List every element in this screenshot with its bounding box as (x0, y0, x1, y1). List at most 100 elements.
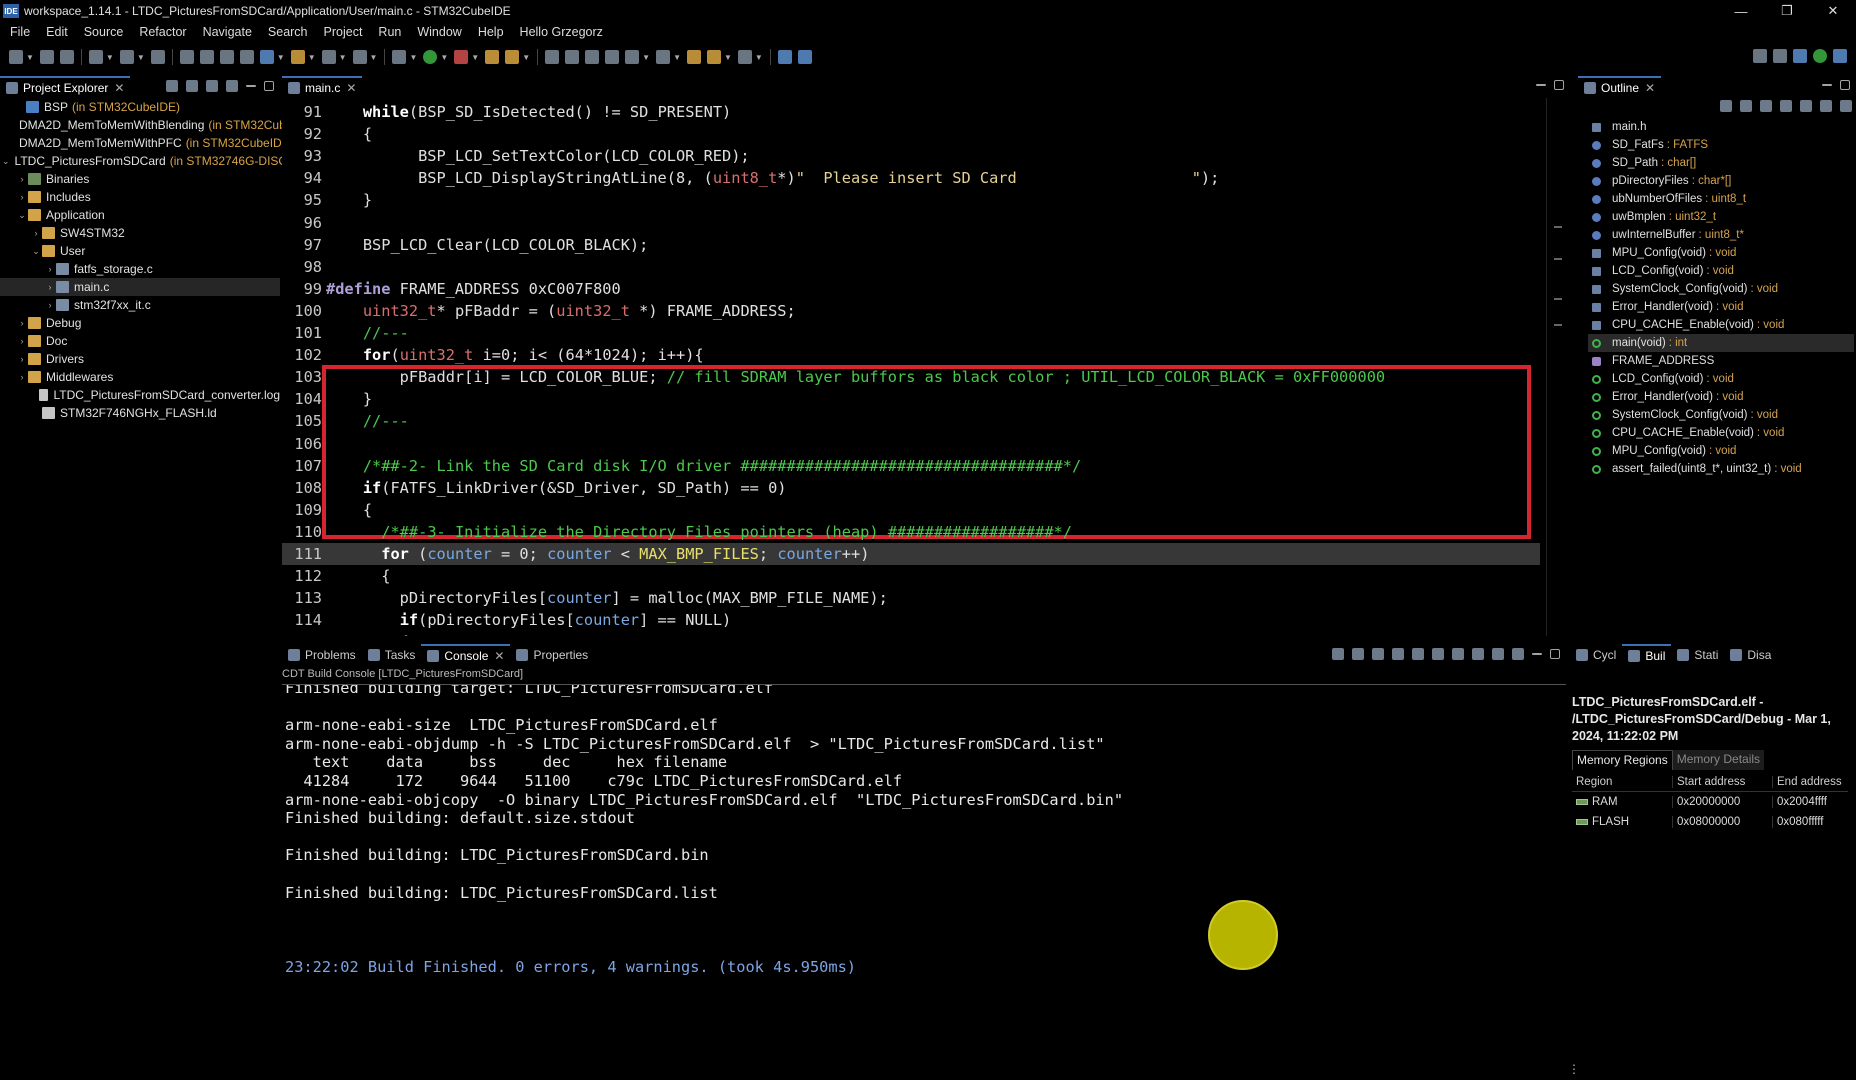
menu-edit[interactable]: Edit (38, 25, 76, 39)
outline-item[interactable]: uwBmplen: uint32_t (1588, 208, 1854, 226)
copy-build-log-icon[interactable] (1412, 648, 1424, 660)
collapse-all-icon[interactable] (166, 80, 178, 92)
expand-chevron-icon[interactable]: › (16, 192, 28, 202)
outline-item[interactable]: LCD_Config(void): void (1588, 370, 1854, 388)
minimize-button[interactable]: — (1718, 0, 1764, 22)
sort-icon[interactable] (1720, 100, 1732, 112)
minimize-view-icon[interactable] (1822, 84, 1832, 86)
dropdown-arrow-icon[interactable]: ▼ (106, 53, 114, 62)
minimize-view-icon[interactable] (246, 85, 256, 87)
last-edit-icon[interactable] (686, 50, 701, 64)
dropdown-arrow-icon[interactable]: ▼ (308, 53, 316, 62)
code-text[interactable]: { (326, 567, 390, 585)
close-icon[interactable]: ✕ (1645, 81, 1655, 95)
expand-chevron-icon[interactable]: › (16, 372, 28, 382)
outline-item[interactable]: Error_Handler(void): void (1588, 298, 1854, 316)
menu-help[interactable]: Help (470, 25, 512, 39)
column-header[interactable]: End address (1772, 775, 1848, 788)
hide-static-icon[interactable] (1760, 100, 1772, 112)
maximize-view-icon[interactable] (264, 81, 274, 91)
outline-item[interactable]: main(void): int (1588, 334, 1854, 352)
undo-icon[interactable] (179, 50, 194, 64)
outline-item[interactable]: CPU_CACHE_Enable(void): void (1588, 424, 1854, 442)
tree-item[interactable]: › Middlewares (0, 368, 280, 386)
overview-ruler[interactable] (1546, 98, 1568, 636)
maximize-view-icon[interactable] (1840, 80, 1850, 90)
outline-item[interactable]: SD_Path: char[] (1588, 154, 1854, 172)
expand-chevron-icon[interactable]: › (16, 318, 28, 328)
code-line[interactable]: 114 if(pDirectoryFiles[counter] == NULL) (282, 609, 1540, 631)
menu-window[interactable]: Window (409, 25, 469, 39)
next-error-icon[interactable] (1352, 648, 1364, 660)
code-line[interactable]: 91 while(BSP_SD_IsDetected() != SD_PRESE… (282, 101, 1540, 123)
code-line[interactable]: 111 for (counter = 0; counter < MAX_BMP_… (282, 543, 1540, 565)
close-icon[interactable]: ✕ (494, 649, 504, 663)
outline-item[interactable]: SystemClock_Config(void): void (1588, 280, 1854, 298)
new-file-icon[interactable] (9, 50, 23, 64)
expand-chevron-icon[interactable]: › (44, 300, 56, 310)
outline-item[interactable]: ubNumberOfFiles: uint8_t (1588, 190, 1854, 208)
close-icon[interactable]: ✕ (346, 81, 356, 95)
menu-refactor[interactable]: Refactor (131, 25, 194, 39)
expand-chevron-icon[interactable]: ⌄ (16, 210, 28, 221)
code-line[interactable]: 95 } (282, 189, 1540, 211)
code-text[interactable]: } (326, 191, 372, 209)
code-text[interactable]: for (counter = 0; counter < MAX_BMP_FILE… (326, 545, 869, 563)
code-text[interactable]: pFBaddr[i] = LCD_COLOR_BLUE; // fill SDR… (326, 368, 1385, 386)
tab-memory-details[interactable]: Memory Details (1672, 750, 1765, 770)
link-editor-icon[interactable] (186, 80, 198, 92)
code-line[interactable]: 104 } (282, 388, 1540, 410)
tab-project-explorer[interactable]: Project Explorer ✕ (0, 76, 131, 98)
code-line[interactable]: 112 { (282, 565, 1540, 587)
previous-error-icon[interactable] (1372, 648, 1384, 660)
table-row[interactable]: FLASH 0x08000000 0x080fffff (1572, 812, 1848, 832)
code-line[interactable]: 115 { (282, 631, 1540, 636)
close-button[interactable]: ✕ (1810, 0, 1856, 22)
show-error-icon[interactable] (1392, 648, 1404, 660)
dropdown-arrow-icon[interactable]: ▼ (277, 53, 285, 62)
dropdown-arrow-icon[interactable]: ▼ (673, 53, 681, 62)
scroll-lock-icon[interactable] (1432, 648, 1444, 660)
code-line[interactable]: 110 /*##-3- Initialize the Directory Fil… (282, 521, 1540, 543)
maximize-view-icon[interactable] (1554, 80, 1564, 90)
code-text[interactable]: //--- (326, 324, 409, 342)
code-line[interactable]: 103 pFBaddr[i] = LCD_COLOR_BLUE; // fill… (282, 366, 1540, 388)
tree-item[interactable]: ⌄ LTDC_PicturesFromSDCard (in STM32746G-DI… (0, 152, 329, 170)
cpp-perspective-icon[interactable] (1793, 49, 1807, 63)
annotation-icon[interactable] (625, 50, 640, 64)
code-text[interactable]: /*##-2- Link the SD Card disk I/O driver… (326, 457, 1081, 475)
new-class-icon[interactable] (321, 50, 336, 64)
code-area[interactable]: 91 while(BSP_SD_IsDetected() != SD_PRESE… (282, 98, 1540, 636)
tab-tasks[interactable]: Tasks (362, 644, 422, 666)
tree-item[interactable]: › stm32f7xx_it.c (0, 296, 280, 314)
status-bar-menu[interactable]: ⋮ (1568, 1062, 1580, 1076)
outline-item[interactable]: main.h (1588, 118, 1854, 136)
dropdown-arrow-icon[interactable]: ▼ (642, 53, 650, 62)
code-line[interactable]: 98 (282, 256, 1540, 278)
dropdown-arrow-icon[interactable]: ▼ (522, 53, 530, 62)
view-menu-icon[interactable] (226, 80, 238, 92)
code-text[interactable]: BSP_LCD_Clear(LCD_COLOR_BLACK); (326, 236, 649, 254)
code-text[interactable]: pDirectoryFiles[counter] = malloc(MAX_BM… (326, 589, 888, 607)
outline-item[interactable]: SystemClock_Config(void): void (1588, 406, 1854, 424)
code-text[interactable]: if(pDirectoryFiles[counter] == NULL) (326, 611, 732, 629)
menu-file[interactable]: File (2, 25, 38, 39)
dropdown-arrow-icon[interactable]: ▼ (409, 53, 417, 62)
run-play-icon[interactable] (423, 50, 438, 64)
open-folder-icon[interactable] (290, 50, 305, 64)
tree-item[interactable]: BSP (in STM32CubeIDE) (0, 98, 280, 116)
terminal-icon[interactable] (777, 50, 792, 64)
restore-button[interactable]: ❐ (1764, 0, 1810, 22)
code-text[interactable]: #define FRAME_ADDRESS 0xC007F800 (326, 280, 621, 298)
minimize-view-icon[interactable] (1536, 84, 1546, 86)
code-line[interactable]: 105 //--- (282, 410, 1540, 432)
debug-perspective-icon[interactable] (1813, 49, 1827, 63)
expand-chevron-icon[interactable]: › (44, 264, 56, 274)
dropdown-arrow-icon[interactable]: ▼ (370, 53, 378, 62)
outline-item[interactable]: LCD_Config(void): void (1588, 262, 1854, 280)
save-all-icon[interactable] (59, 50, 74, 64)
code-line[interactable]: 100 uint32_t* pFBaddr = (uint32_t *) FRA… (282, 300, 1540, 322)
code-text[interactable]: uint32_t* pFBaddr = (uint32_t *) FRAME_A… (326, 302, 796, 320)
tree-item[interactable]: LTDC_PicturesFromSDCard_converter.log (0, 386, 280, 404)
code-line[interactable]: 101 //--- (282, 322, 1540, 344)
